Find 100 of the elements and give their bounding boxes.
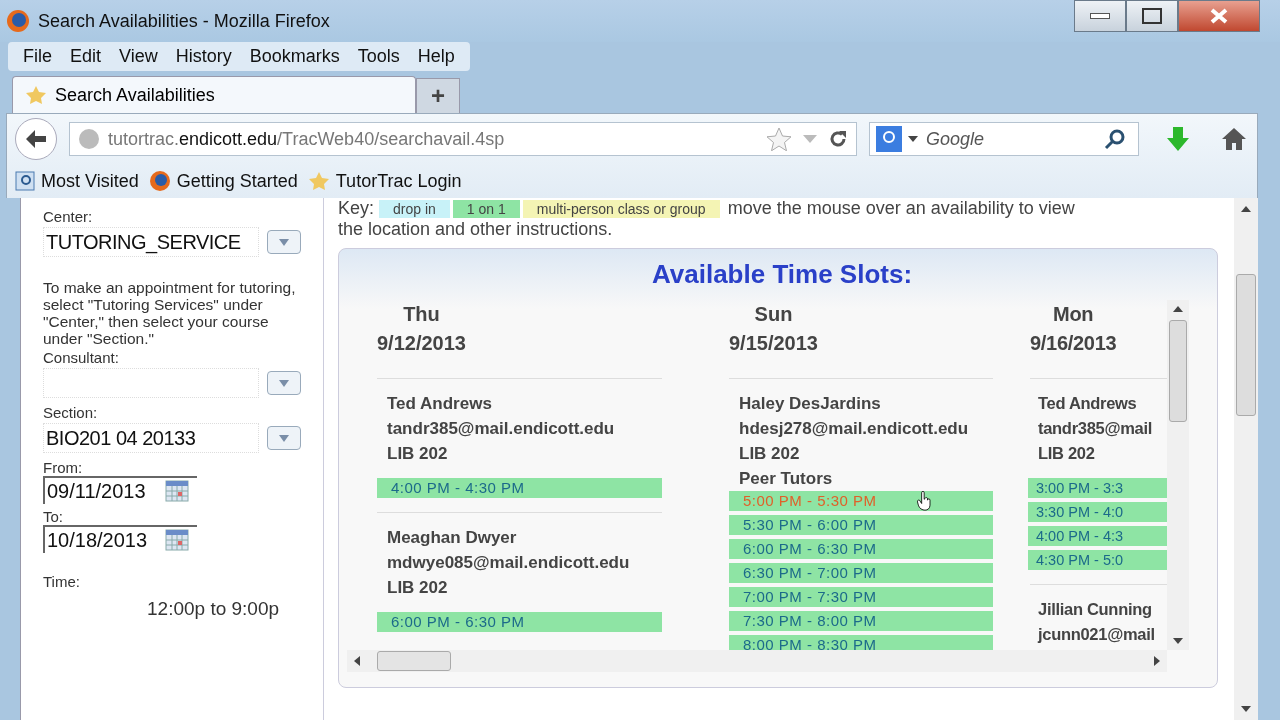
day-date: 9/12/2013 — [377, 331, 466, 356]
close-button[interactable] — [1178, 0, 1260, 32]
time-slot[interactable]: 6:00 PM - 6:30 PM — [377, 612, 662, 632]
maximize-button[interactable] — [1126, 0, 1178, 32]
scroll-up-icon[interactable] — [1241, 204, 1251, 214]
field-label: Consultant: — [43, 349, 120, 366]
tutor-email: hdesj278@mail.endicott.edu — [739, 418, 969, 440]
star-icon — [307, 171, 330, 191]
room-text: LIB 202 — [387, 443, 448, 465]
menu-item[interactable]: Help — [408, 43, 464, 70]
field-label: Center: — [43, 208, 94, 225]
caret-icon — [278, 378, 290, 388]
tutor-email: mdwye085@mail.endicott.edu — [387, 552, 630, 574]
scroll-thumb[interactable] — [1236, 274, 1256, 416]
minimize-icon — [1090, 12, 1110, 20]
time-slot[interactable]: 6:00 PM - 6:30 PM — [729, 539, 993, 559]
key-note: the location and other instructions. — [338, 219, 613, 239]
section-select[interactable]: BIO201 04 20133 — [43, 423, 259, 453]
field-label: To: — [43, 508, 64, 525]
calendar-icon[interactable] — [165, 529, 189, 551]
new-tab-button[interactable]: + — [416, 78, 460, 113]
home-icon[interactable] — [1221, 127, 1247, 151]
legend-chip: 1 on 1 — [452, 200, 520, 218]
day-name: Thu — [403, 302, 440, 327]
caret-icon — [278, 237, 290, 247]
download-icon[interactable] — [1165, 126, 1191, 152]
horizontal-scrollbar[interactable] — [347, 650, 1167, 672]
caret-icon[interactable] — [908, 136, 918, 142]
room-text: LIB 202 — [739, 443, 800, 465]
time-slot[interactable]: 5:30 PM - 6:00 PM — [729, 515, 993, 535]
time-slot[interactable]: 4:00 PM - 4:3 — [1028, 526, 1167, 546]
scroll-down-icon[interactable] — [1173, 636, 1183, 646]
menu-item[interactable]: History — [166, 43, 241, 70]
scroll-thumb[interactable] — [377, 651, 451, 671]
page-scrollbar[interactable] — [1234, 198, 1258, 720]
star-icon[interactable] — [766, 127, 792, 151]
time-slot[interactable]: 6:30 PM - 7:00 PM — [729, 563, 993, 583]
menu-item[interactable]: File — [14, 43, 61, 70]
tutor-name: Jillian Cunning — [1038, 599, 1152, 620]
scroll-up-icon[interactable] — [1173, 304, 1183, 314]
bookmark-link[interactable]: Getting Started — [176, 170, 298, 192]
back-arrow-icon — [24, 128, 48, 150]
dropdown-button[interactable] — [267, 371, 301, 395]
reload-icon[interactable] — [828, 129, 848, 149]
search-box[interactable]: Google — [869, 122, 1139, 156]
firefox-icon — [148, 170, 171, 192]
time-slot[interactable]: 4:30 PM - 5:0 — [1028, 550, 1167, 570]
menu-item[interactable]: View — [110, 43, 167, 70]
time-slot[interactable]: 4:00 PM - 4:30 PM — [377, 478, 662, 498]
window-title: Search Availabilities - Mozilla Firefox — [38, 10, 330, 32]
legend-chip: multi-person class or group — [522, 200, 720, 218]
instructions-text: To make an appointment for tutoring, select "Tutoring Services" under "Center," then select your course under "Section." — [43, 279, 297, 347]
tutor-name: Haley DesJardins — [739, 393, 881, 415]
tutor-name: Ted Andrews — [387, 393, 492, 415]
day-date: 9/16/2013 — [1030, 331, 1117, 356]
scroll-left-icon[interactable] — [353, 656, 363, 666]
tutor-name: Ted Andrews — [1038, 393, 1137, 414]
time-slot[interactable]: 7:00 PM - 7:30 PM — [729, 587, 993, 607]
panel-title: Available Time Slots: — [650, 259, 914, 290]
tutor-email: tandr385@mail — [1038, 418, 1152, 439]
search-engine-icon[interactable] — [876, 126, 902, 152]
field-label: Section: — [43, 404, 99, 421]
vertical-scrollbar[interactable] — [1167, 300, 1189, 650]
address-bar[interactable]: tutortrac.endicott.edu/TracWeb40/searchavail.4sp — [69, 122, 857, 156]
hand-cursor-icon — [917, 491, 933, 511]
time-slot[interactable]: 8:00 PM - 8:30 PM — [729, 635, 993, 650]
star-icon — [25, 85, 47, 105]
legend-chip: drop in — [379, 200, 450, 218]
time-slot[interactable]: 3:00 PM - 3:3 — [1028, 478, 1167, 498]
tutor-note: Peer Tutors — [739, 468, 833, 490]
menu-item[interactable]: Tools — [348, 43, 409, 70]
field-label: From: — [43, 459, 84, 476]
scroll-down-icon[interactable] — [1241, 704, 1251, 714]
day-name: Mon — [1053, 302, 1094, 327]
time-slot[interactable]: 3:30 PM - 4:0 — [1028, 502, 1167, 522]
field-label: Time: — [43, 573, 81, 590]
magnifier-page-icon — [15, 171, 35, 191]
search-field[interactable]: Google — [924, 127, 1098, 151]
back-button[interactable] — [15, 118, 57, 160]
menu-item[interactable]: Edit — [61, 43, 111, 70]
caret-icon — [278, 433, 290, 443]
minimize-button[interactable] — [1074, 0, 1126, 32]
calendar-icon[interactable] — [165, 480, 189, 502]
center-select[interactable]: TUTORING_SERVICE — [43, 227, 259, 257]
day-date: 9/15/2013 — [729, 331, 818, 356]
bookmark-link[interactable]: Most Visited — [41, 170, 139, 192]
time-slot[interactable]: 7:30 PM - 8:00 PM — [729, 611, 993, 631]
menu-item[interactable]: Bookmarks — [240, 43, 349, 70]
tutor-email: tandr385@mail.endicott.edu — [387, 418, 615, 440]
time-range-text: 12:00p to 9:00p — [147, 598, 281, 620]
scroll-right-icon[interactable] — [1151, 656, 1161, 666]
firefox-icon — [6, 9, 30, 33]
scroll-thumb[interactable] — [1169, 320, 1187, 422]
key-note: move the mouse over an availability to view — [727, 198, 1075, 218]
browser-tab[interactable]: Search Availabilities — [12, 76, 416, 113]
dropdown-button[interactable] — [267, 230, 301, 254]
dropdown-button[interactable] — [267, 426, 301, 450]
search-icon[interactable] — [1104, 128, 1126, 150]
tutor-email: jcunn021@mail — [1038, 624, 1155, 645]
bookmark-link[interactable]: TutorTrac Login — [335, 170, 462, 192]
